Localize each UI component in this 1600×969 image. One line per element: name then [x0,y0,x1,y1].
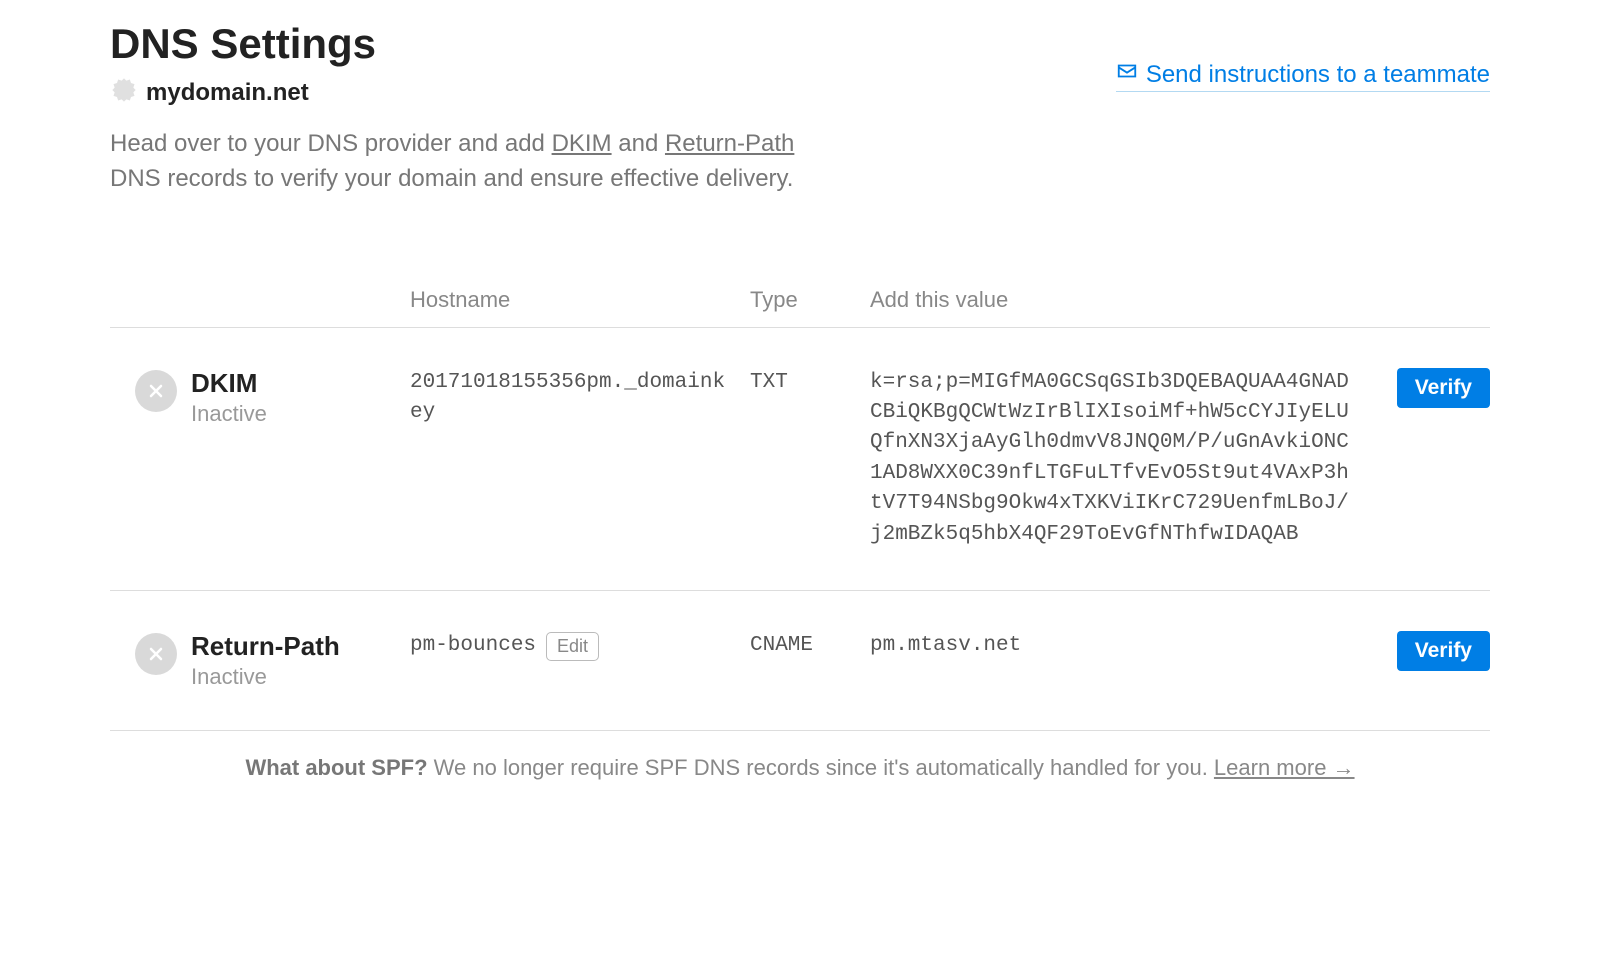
send-instructions-link[interactable]: Send instructions to a teammate [1116,60,1490,92]
return-path-link[interactable]: Return-Path [665,130,794,157]
status-inactive-icon [135,370,177,412]
record-name: DKIM [191,368,267,399]
page-title: DNS Settings [110,20,376,68]
learn-more-link[interactable]: Learn more → [1214,755,1355,780]
verify-button[interactable]: Verify [1397,631,1490,671]
col-hostname: Hostname [410,287,750,313]
spf-note: What about SPF? We no longer require SPF… [110,731,1490,781]
record-value: k=rsa;p=MIGfMA0GCSqGSIb3DQEBAQUAA4GNADCB… [870,368,1370,551]
intro-text: Head over to your DNS provider and add D… [110,127,850,197]
record-type: TXT [750,368,870,398]
envelope-icon [1116,60,1138,89]
record-type: CNAME [750,631,870,661]
col-type: Type [750,287,870,313]
edit-button[interactable]: Edit [546,632,599,661]
domain-name: mydomain.net [146,79,309,107]
record-hostname: pm-bounces [410,631,536,661]
record-status: Inactive [191,664,340,690]
dkim-link[interactable]: DKIM [552,130,612,157]
record-value: pm.mtasv.net [870,631,1370,661]
dns-records-table: Hostname Type Add this value DKIM Inacti… [110,277,1490,732]
record-status: Inactive [191,401,267,427]
domain-badge-icon [110,76,138,109]
col-value: Add this value [870,287,1370,313]
record-hostname: 20171018155356pm._domainkey [410,368,750,429]
table-row: DKIM Inactive 20171018155356pm._domainke… [110,328,1490,592]
send-instructions-label: Send instructions to a teammate [1146,61,1490,89]
status-inactive-icon [135,633,177,675]
verify-button[interactable]: Verify [1397,368,1490,408]
table-row: Return-Path Inactive pm-bounces Edit CNA… [110,591,1490,731]
record-name: Return-Path [191,631,340,662]
